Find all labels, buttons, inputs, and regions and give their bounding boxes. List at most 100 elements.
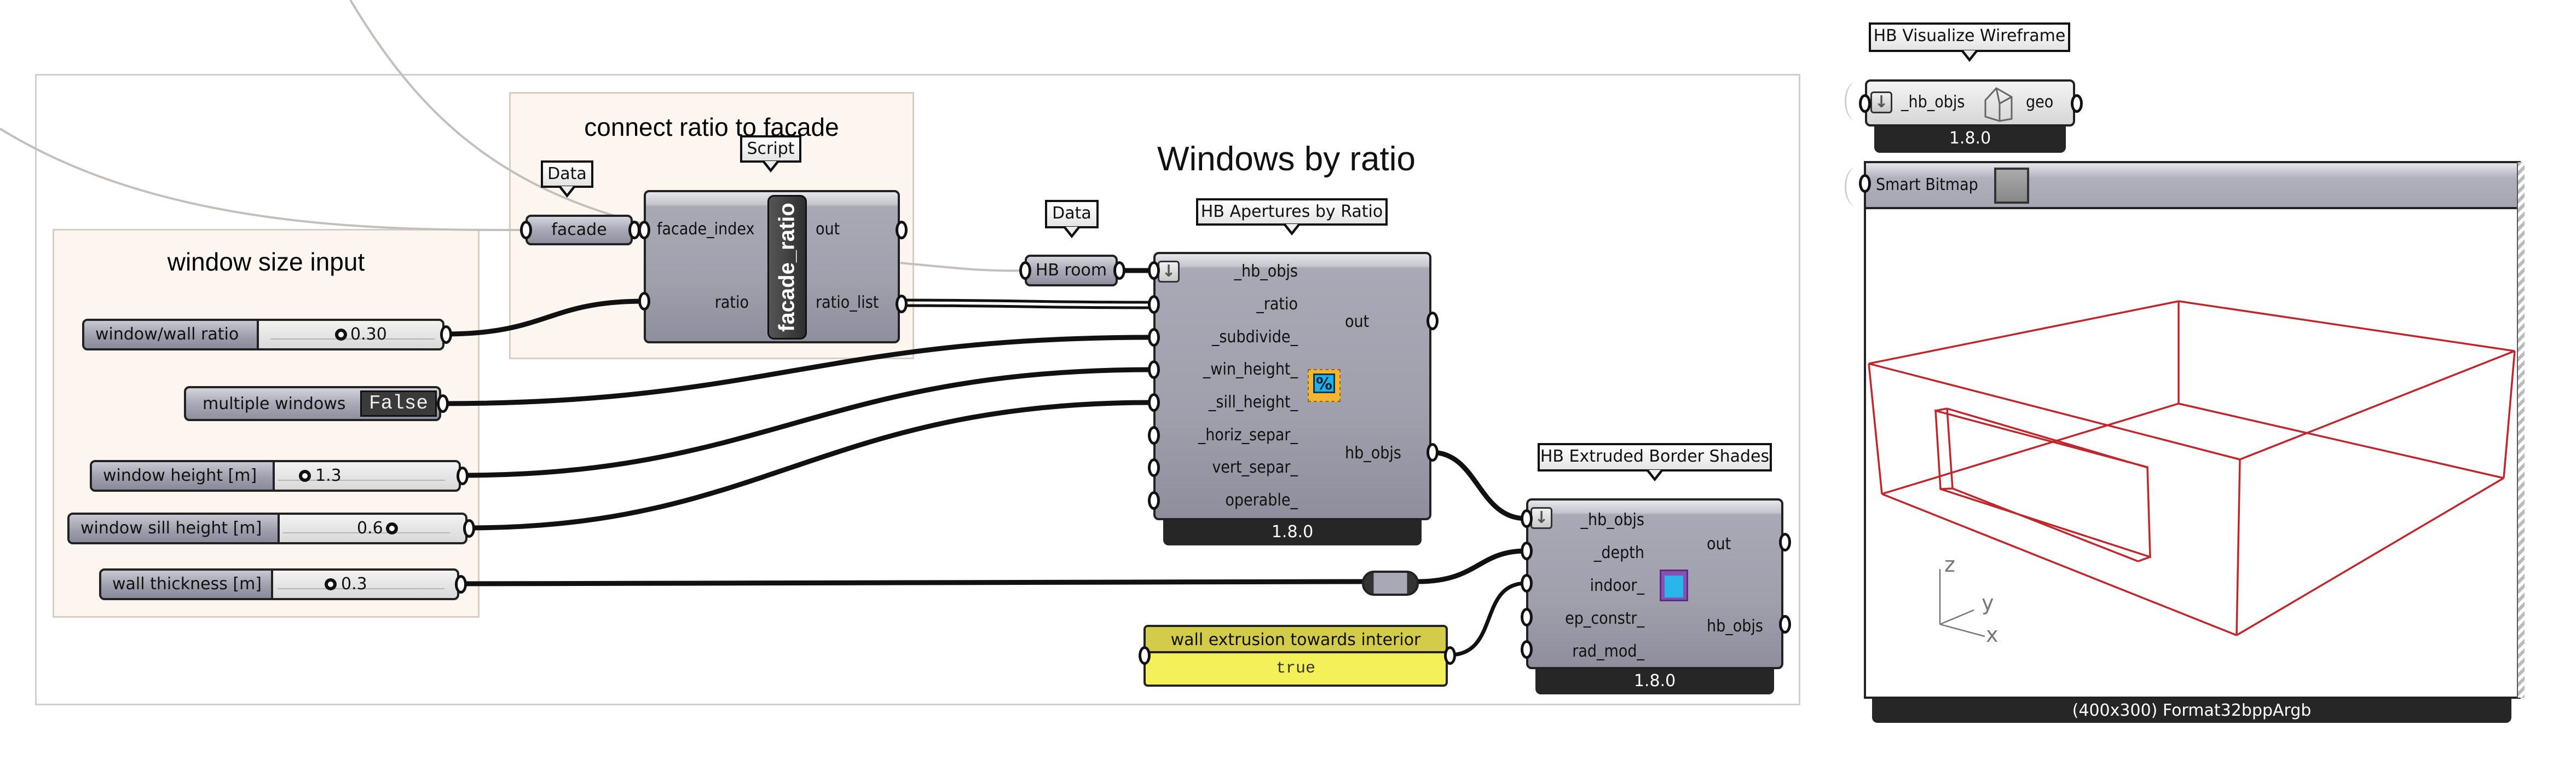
slider-label: window height [m] bbox=[92, 462, 275, 490]
room-top-front-right bbox=[2239, 350, 2515, 461]
panel-wall-extrusion[interactable]: wall extrusion towards interior true bbox=[1143, 625, 1448, 687]
smart-bitmap[interactable]: Smart Bitmap z y x bbox=[1864, 161, 2521, 699]
output-port[interactable] bbox=[1426, 312, 1439, 330]
input-port-facade-index[interactable] bbox=[638, 221, 650, 239]
output-port-out[interactable] bbox=[896, 221, 908, 239]
hb-visualize-wireframe[interactable]: ↓ _hb_objs geo bbox=[1865, 79, 2075, 127]
slider-wall-thickness[interactable]: wall thickness [m] 0.3 bbox=[99, 568, 459, 600]
window-outer bbox=[1934, 409, 2151, 559]
hb-extruded-border-shades[interactable]: ↓ _hb_objs _depth indoor_ ep_constr_ rad… bbox=[1526, 498, 1783, 669]
output-port[interactable] bbox=[463, 519, 475, 538]
output-label: hb_objs bbox=[1707, 617, 1763, 636]
input-port[interactable] bbox=[520, 221, 532, 239]
output-port[interactable] bbox=[2071, 94, 2083, 113]
room-vert-front bbox=[2236, 459, 2241, 636]
output-port[interactable] bbox=[1779, 533, 1791, 551]
slider-knob[interactable] bbox=[386, 522, 398, 534]
input-port[interactable] bbox=[1521, 509, 1533, 528]
slider-value: 0.6 bbox=[357, 519, 383, 538]
tooltip-data-hbroom: Data bbox=[1045, 200, 1099, 238]
panel-value[interactable]: true bbox=[1146, 657, 1446, 681]
input-port[interactable] bbox=[1148, 295, 1160, 314]
hb-apertures-by-ratio[interactable]: ↓ _hb_objs _ratio _subdivide_ _win_heigh… bbox=[1153, 252, 1431, 520]
input-port[interactable] bbox=[1148, 261, 1160, 280]
axis-label-y: y bbox=[1982, 591, 1994, 615]
relay-node[interactable] bbox=[1362, 571, 1419, 596]
input-port[interactable] bbox=[1148, 426, 1160, 445]
input-label: _depth bbox=[1593, 543, 1644, 562]
toggle-multiple-windows[interactable]: multiple windows False bbox=[184, 386, 441, 421]
param-facade[interactable]: facade bbox=[525, 215, 633, 245]
input-label: _hb_objs bbox=[1901, 93, 1965, 112]
output-port[interactable] bbox=[457, 467, 469, 485]
input-port-ratio[interactable] bbox=[638, 292, 650, 311]
axis-label-z: z bbox=[1944, 553, 1955, 577]
output-port[interactable] bbox=[1444, 646, 1456, 665]
slider-knob[interactable] bbox=[325, 578, 337, 590]
bitmap-footer: (400x300) Format32bppArgb bbox=[1872, 699, 2511, 723]
output-port[interactable] bbox=[455, 575, 467, 594]
param-hb-room[interactable]: HB room bbox=[1025, 255, 1118, 286]
input-port[interactable] bbox=[1859, 94, 1871, 113]
arrow-down-icon[interactable]: ↓ bbox=[1870, 91, 1892, 113]
input-port[interactable] bbox=[1148, 328, 1160, 347]
output-port[interactable] bbox=[1779, 615, 1791, 634]
output-port[interactable] bbox=[437, 394, 449, 413]
arrow-down-icon[interactable]: ↓ bbox=[1158, 261, 1180, 283]
arrow-down-icon[interactable]: ↓ bbox=[1530, 507, 1552, 529]
group-window-size-input[interactable]: window size input bbox=[53, 229, 480, 618]
bitmap-resize-edge[interactable] bbox=[2517, 162, 2525, 698]
extruded-box-icon bbox=[1660, 570, 1688, 601]
input-port[interactable] bbox=[1148, 360, 1160, 379]
group-title-window-size-input: window size input bbox=[167, 248, 365, 276]
room-bottom-right-front bbox=[2236, 477, 2504, 636]
room-vert-right bbox=[2503, 350, 2516, 479]
input-port[interactable] bbox=[1521, 542, 1533, 560]
input-port[interactable] bbox=[1521, 608, 1533, 626]
version-footer: 1.8.0 bbox=[1874, 127, 2066, 153]
input-ratio: ratio bbox=[714, 293, 749, 312]
input-port[interactable] bbox=[1521, 640, 1533, 659]
axis-label-x: x bbox=[1986, 623, 1999, 647]
slider-window-wall-ratio[interactable]: window/wall ratio 0.30 bbox=[82, 319, 444, 350]
slider-label: window sill height [m] bbox=[70, 515, 280, 542]
axis-y bbox=[1939, 609, 1974, 625]
input-label: _ratio bbox=[1256, 295, 1298, 314]
input-port[interactable] bbox=[1521, 574, 1533, 593]
tooltip-hb-shades: HB Extruded Border Shades bbox=[1538, 443, 1772, 481]
input-label: _win_height_ bbox=[1203, 360, 1298, 379]
percent-icon: % bbox=[1308, 369, 1341, 402]
slider-knob[interactable] bbox=[299, 470, 311, 482]
input-port[interactable] bbox=[1148, 393, 1160, 412]
output-out: out bbox=[816, 220, 840, 239]
input-facade-index: facade_index bbox=[657, 220, 755, 239]
toggle-value[interactable]: False bbox=[360, 390, 437, 417]
room-bottom-back-left bbox=[1881, 403, 2179, 495]
slider-value: 1.3 bbox=[315, 466, 342, 485]
input-port[interactable] bbox=[1148, 458, 1160, 477]
slider-window-sill-height[interactable]: window sill height [m] 0.6 bbox=[67, 513, 467, 544]
output-port[interactable] bbox=[1113, 261, 1125, 280]
room-top-back-left bbox=[1868, 300, 2179, 365]
slider-knob[interactable] bbox=[335, 329, 347, 341]
input-port[interactable] bbox=[1859, 174, 1871, 193]
input-port[interactable] bbox=[1148, 491, 1160, 510]
wireframe-preview: z y x bbox=[1868, 300, 2516, 647]
output-port[interactable] bbox=[1426, 443, 1439, 462]
script-component[interactable]: facade_index ratio facade_ratio out rati… bbox=[644, 190, 900, 343]
tooltip-script: Script bbox=[740, 135, 801, 173]
input-port[interactable] bbox=[1139, 646, 1151, 665]
group-title-connect-ratio: connect ratio to facade bbox=[584, 113, 839, 141]
toggle-label: multiple windows bbox=[203, 394, 346, 413]
input-label: ep_constr_ bbox=[1565, 609, 1644, 628]
input-port[interactable] bbox=[1019, 261, 1031, 280]
slider-value: 0.3 bbox=[341, 574, 367, 594]
slider-window-height[interactable]: window height [m] 1.3 bbox=[90, 460, 461, 492]
group-title-windows-by-ratio: Windows by ratio bbox=[1157, 140, 1416, 178]
tooltip-data-facade: Data bbox=[541, 160, 593, 198]
output-port[interactable] bbox=[440, 325, 452, 344]
window-inner bbox=[1935, 407, 2151, 562]
input-label: _hb_objs bbox=[1234, 262, 1298, 281]
output-port-ratio-list[interactable] bbox=[896, 295, 908, 313]
room-top-front-left bbox=[1868, 363, 2240, 461]
